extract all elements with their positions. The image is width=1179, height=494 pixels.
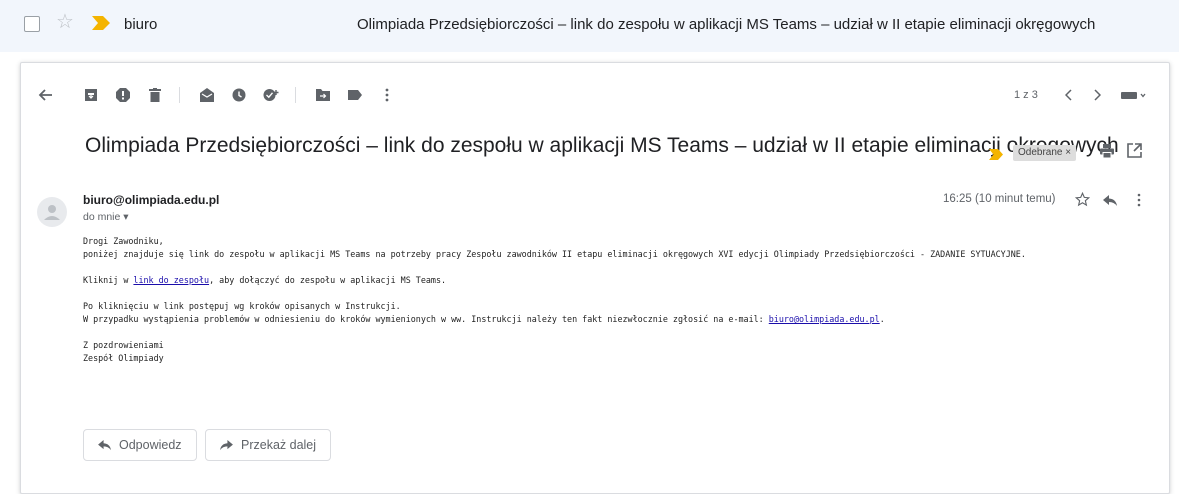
reply-button-label: Odpowiedz: [119, 438, 182, 452]
sender-email[interactable]: biuro@olimpiada.edu.pl: [83, 193, 219, 207]
body-greeting: Drogi Zawodniku,: [83, 236, 164, 246]
pagination-count: 1 z 3: [1014, 89, 1038, 101]
message-timestamp: 16:25 (10 minut temu): [943, 193, 1056, 205]
print-icon[interactable]: [1099, 143, 1115, 164]
email-link[interactable]: biuro@olimpiada.edu.pl: [769, 314, 880, 324]
chevron-left-icon[interactable]: [1059, 85, 1079, 105]
important-marker-icon[interactable]: [92, 16, 110, 35]
body-signature: Zespół Olimpiady: [83, 353, 164, 363]
select-checkbox[interactable]: [24, 16, 40, 32]
body-paragraph: Kliknij w link do zespołu, aby dołączyć …: [83, 275, 447, 285]
more-vert-icon[interactable]: [377, 85, 397, 105]
more-vert-icon[interactable]: [1137, 193, 1141, 212]
delete-icon[interactable]: [145, 85, 165, 105]
body-paragraph: W przypadku wystąpienia problemów w odni…: [83, 314, 885, 324]
forward-button-label: Przekaż dalej: [241, 438, 317, 452]
toolbar-divider: [179, 87, 180, 103]
message-view: 1 z 3 Olimpiada Przedsiębiorczości – lin…: [20, 62, 1170, 494]
team-link[interactable]: link do zespołu: [133, 275, 209, 285]
move-to-icon[interactable]: [313, 85, 333, 105]
add-to-tasks-icon[interactable]: [261, 85, 281, 105]
body-signoff: Z pozdrowieniami: [83, 340, 164, 350]
snooze-icon[interactable]: [229, 85, 249, 105]
inbox-row[interactable]: ☆ biuro Olimpiada Przedsiębiorczości – l…: [0, 0, 1179, 52]
recipient-details[interactable]: do mnie ▾: [83, 211, 129, 223]
message-subject-row: Olimpiada Przedsiębiorczości – link do z…: [85, 134, 1165, 168]
message-subject: Olimpiada Przedsiębiorczości – link do z…: [85, 134, 1119, 157]
message-toolbar: 1 z 3: [21, 63, 1169, 123]
toolbar-divider: [295, 87, 296, 103]
report-spam-icon[interactable]: [113, 85, 133, 105]
body-paragraph: Po kliknięciu w link postępuj wg kroków …: [83, 301, 401, 311]
inbox-row-subject: Olimpiada Przedsiębiorczości – link do z…: [357, 16, 1096, 33]
message-body: Drogi Zawodniku, poniżej znajduje się li…: [83, 235, 1153, 365]
star-icon[interactable]: [1074, 191, 1091, 212]
forward-icon: [220, 439, 233, 451]
labels-icon[interactable]: [345, 85, 365, 105]
reply-button[interactable]: Odpowiedz: [83, 429, 197, 461]
reply-icon[interactable]: [1103, 194, 1117, 212]
sender-avatar[interactable]: [37, 197, 67, 227]
important-marker-icon[interactable]: [989, 147, 1003, 165]
keyboard-icon[interactable]: [1119, 85, 1149, 105]
mark-unread-icon[interactable]: [197, 85, 217, 105]
body-paragraph: poniżej znajduje się link do zespołu w a…: [83, 249, 1026, 259]
open-in-new-window-icon[interactable]: [1127, 143, 1142, 163]
archive-icon[interactable]: [81, 85, 101, 105]
forward-button[interactable]: Przekaż dalej: [205, 429, 332, 461]
star-icon[interactable]: ☆: [56, 12, 74, 32]
label-chip-inbox[interactable]: Odebrane ×: [1013, 145, 1077, 161]
inbox-row-sender: biuro: [124, 16, 158, 33]
back-arrow-icon[interactable]: [35, 85, 55, 105]
reply-icon: [98, 439, 111, 451]
chevron-right-icon[interactable]: [1087, 85, 1107, 105]
